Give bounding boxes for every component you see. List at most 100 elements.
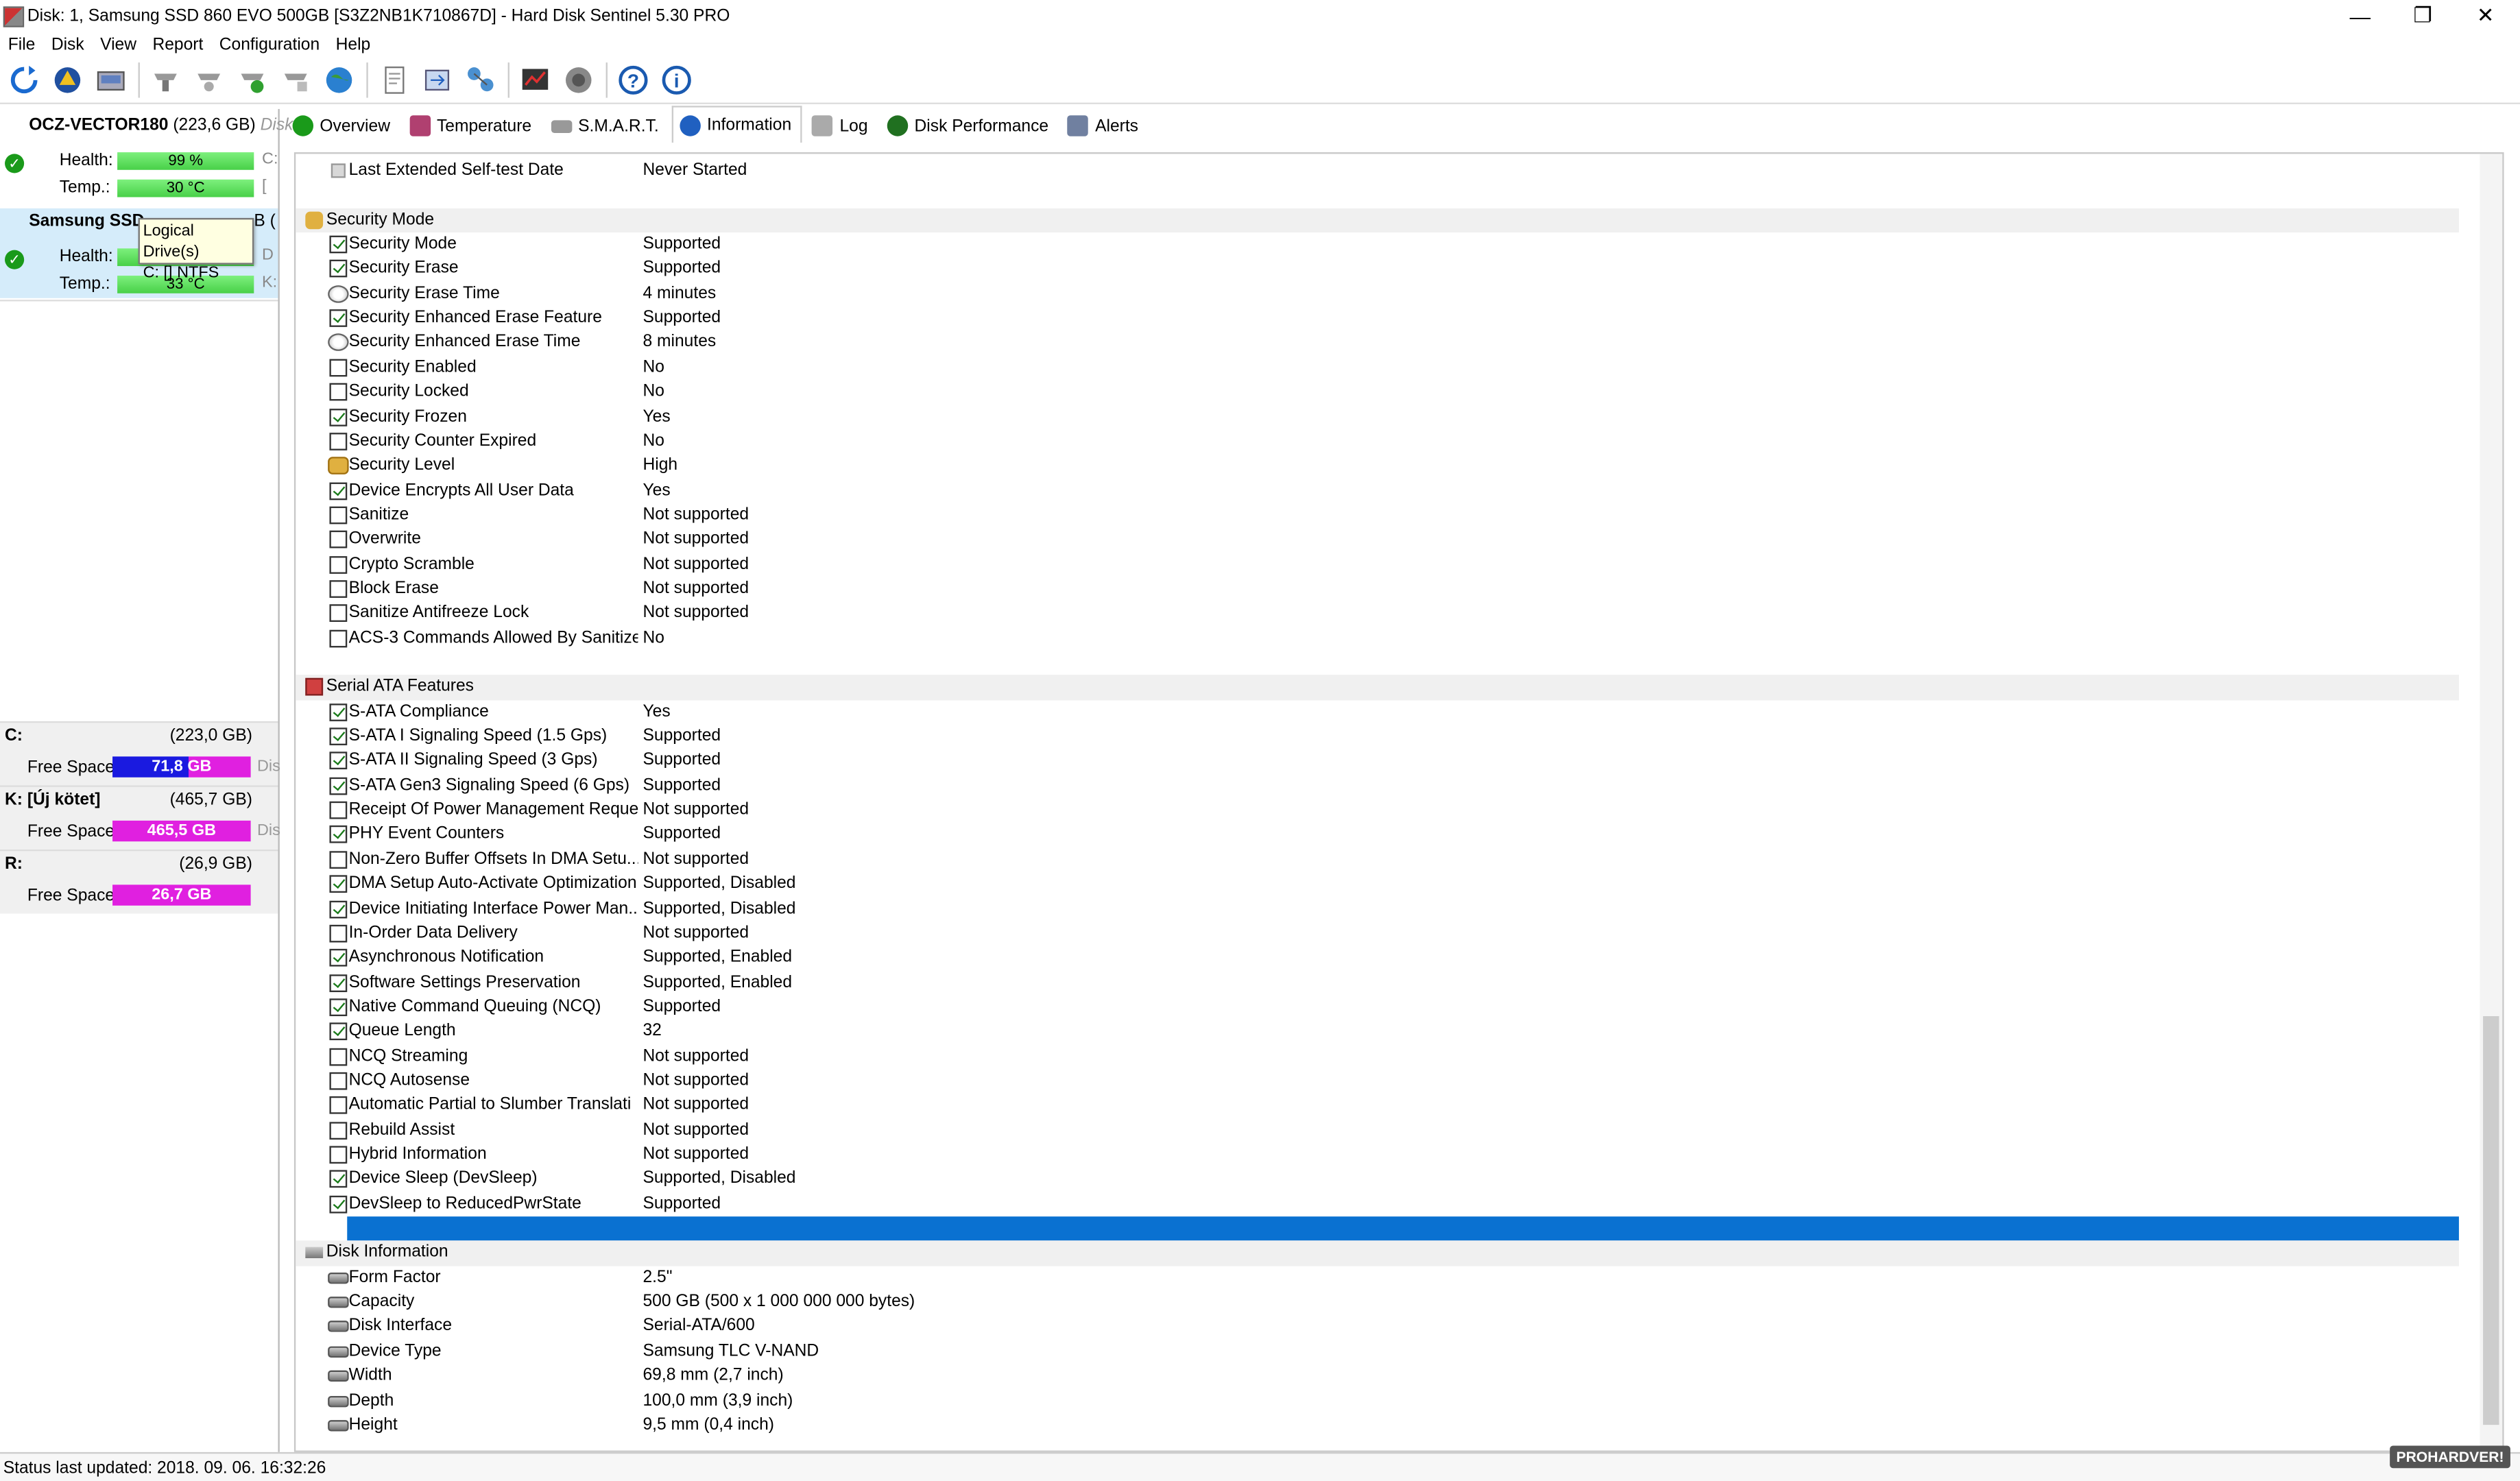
speaker-icon[interactable] <box>560 62 597 99</box>
info-row[interactable]: Security Locked No <box>296 380 2459 405</box>
tab-disk-performance[interactable]: Disk Performance <box>880 109 1058 143</box>
report-icon[interactable] <box>374 62 411 99</box>
menu-help[interactable]: Help <box>328 35 379 54</box>
info-row[interactable]: Queue Length 32 <box>296 1020 2459 1044</box>
alert-icon[interactable] <box>48 62 85 99</box>
menu-report[interactable]: Report <box>145 35 211 54</box>
row-label: Device Initiating Interface Power Man... <box>348 898 638 918</box>
info-row[interactable]: Disk Interface Serial-ATA/600 <box>296 1315 2459 1340</box>
info-row[interactable]: Rebuild Assist Not supported <box>296 1118 2459 1143</box>
section-header[interactable]: Disk Information <box>296 1241 2459 1266</box>
section-header[interactable]: Security Mode <box>296 208 2459 233</box>
tab-overview[interactable]: Overview <box>286 109 400 143</box>
volume-c[interactable]: C: (223,0 GB) Free Space 71,8 GB Dis <box>0 721 280 786</box>
info-row[interactable]: NCQ Autosense Not supported <box>296 1069 2459 1094</box>
volume-letter: C: <box>5 725 23 745</box>
check-icon: ✓ <box>5 250 25 269</box>
row-label: Security Mode <box>348 234 457 254</box>
maximize-button[interactable]: ❐ <box>2392 0 2454 32</box>
info-row[interactable]: S-ATA Compliance Yes <box>296 700 2459 725</box>
test2-icon[interactable] <box>190 62 227 99</box>
info-row[interactable]: S-ATA II Signaling Speed (3 Gps) Supporte… <box>296 749 2459 774</box>
info-row[interactable]: DevSleep to ReducedPwrState Supported <box>296 1192 2459 1216</box>
close-button[interactable]: ✕ <box>2454 0 2517 32</box>
info-row[interactable]: Device Sleep (DevSleep) Supported, Disabl… <box>296 1168 2459 1192</box>
tab-log[interactable]: Log <box>806 109 877 143</box>
info-row[interactable]: DMA Setup Auto-Activate Optimization Supp… <box>296 872 2459 897</box>
info-row[interactable]: Depth 100,0 mm (3,9 inch) <box>296 1389 2459 1414</box>
info-row[interactable]: In-Order Data Delivery Not supported <box>296 922 2459 946</box>
info-row[interactable]: Security Enhanced Erase Time 8 minutes <box>296 331 2459 356</box>
row-value: Supported <box>643 750 721 770</box>
row-value: Never Started <box>643 160 747 180</box>
selected-row[interactable] <box>347 1217 2459 1242</box>
tab-smart[interactable]: S.M.A.R.T. <box>544 109 669 143</box>
info-row[interactable]: Security Mode Supported <box>296 232 2459 257</box>
info-row[interactable]: Last Extended Self-test Date Never Starte… <box>296 158 2459 183</box>
info-row[interactable]: Software Settings Preservation Supported,… <box>296 971 2459 996</box>
menu-configuration[interactable]: Configuration <box>211 35 328 54</box>
info-row[interactable]: Sanitize Antifreeze Lock Not supported <box>296 601 2459 626</box>
send-icon[interactable] <box>418 62 455 99</box>
unchecked-checkbox-icon <box>329 1096 348 1115</box>
check-icon: ✓ <box>5 154 25 173</box>
info-row[interactable]: S-ATA I Signaling Speed (1.5 Gps) Support… <box>296 725 2459 749</box>
info-row[interactable]: Device Initiating Interface Power Man...… <box>296 897 2459 922</box>
section-header[interactable]: Serial ATA Features <box>296 675 2459 700</box>
info-row[interactable]: Automatic Partial to Slumber Translati No… <box>296 1094 2459 1118</box>
help-icon[interactable]: ? <box>614 62 651 99</box>
info-row[interactable]: Security Erase Time 4 minutes <box>296 282 2459 306</box>
information-list[interactable]: Last Extended Self-test Date Never Starte… <box>293 152 2504 1452</box>
network-icon[interactable] <box>461 62 499 99</box>
info-row[interactable]: Security Counter Expired No <box>296 429 2459 454</box>
test3-icon[interactable] <box>233 62 270 99</box>
row-value: Supported <box>643 996 721 1016</box>
globe-icon[interactable] <box>320 62 357 99</box>
disk-panel: OCZ-VECTOR180 (223,6 GB) Disk ✓ Health: … <box>0 108 293 1452</box>
test-icon[interactable] <box>146 62 183 99</box>
tab-temperature[interactable]: Temperature <box>403 109 541 143</box>
info-row[interactable]: PHY Event Counters Supported <box>296 823 2459 847</box>
vertical-scrollbar[interactable] <box>2480 154 2503 1451</box>
info-row[interactable]: Block Erase Not supported <box>296 577 2459 601</box>
volume-r[interactable]: R: (26,9 GB) Free Space 26,7 GB <box>0 849 278 914</box>
info-row[interactable]: Security Erase Supported <box>296 257 2459 282</box>
unchecked-checkbox-icon <box>329 850 348 869</box>
info-row[interactable]: Asynchronous Notification Supported, Enab… <box>296 946 2459 971</box>
info-row[interactable]: Device Type Samsung TLC V-NAND <box>296 1340 2459 1364</box>
info-row[interactable]: Security Enabled No <box>296 355 2459 380</box>
info-row[interactable]: Capacity 500 GB (500 x 1 000 000 000 byte… <box>296 1290 2459 1315</box>
info-row[interactable]: Overwrite Not supported <box>296 528 2459 553</box>
info-row[interactable]: Security Frozen Yes <box>296 405 2459 429</box>
info-row[interactable]: S-ATA Gen3 Signaling Speed (6 Gps) Suppor… <box>296 773 2459 798</box>
menu-view[interactable]: View <box>92 35 144 54</box>
checked-checkbox-icon <box>329 235 348 254</box>
info-row[interactable]: Hybrid Information Not supported <box>296 1143 2459 1168</box>
info-row[interactable]: NCQ Streaming Not supported <box>296 1044 2459 1069</box>
info-row[interactable]: Non-Zero Buffer Offsets In DMA Setu... No… <box>296 847 2459 872</box>
info-row[interactable]: Receipt Of Power Management Reque... Not … <box>296 798 2459 823</box>
info-row[interactable]: Native Command Queuing (NCQ) Supported <box>296 995 2459 1020</box>
info-row[interactable]: Form Factor 2.5" <box>296 1266 2459 1290</box>
tab-information[interactable]: Information <box>671 106 803 143</box>
info-row[interactable]: Width 69,8 mm (2,7 inch) <box>296 1364 2459 1389</box>
temp-suffix: K: <box>262 274 278 292</box>
info-icon[interactable]: i <box>658 62 695 99</box>
tab-alerts[interactable]: Alerts <box>1061 109 1148 143</box>
info-row[interactable]: Security Enhanced Erase Feature Supported <box>296 306 2459 331</box>
menu-disk[interactable]: Disk <box>43 35 92 54</box>
scroll-thumb[interactable] <box>2483 1016 2499 1425</box>
info-row[interactable]: Device Encrypts All User Data Yes <box>296 479 2459 503</box>
test4-icon[interactable] <box>276 62 313 99</box>
info-row[interactable]: Security Level High <box>296 454 2459 479</box>
info-row[interactable]: Crypto Scramble Not supported <box>296 553 2459 577</box>
info-row[interactable]: ACS-3 Commands Allowed By Sanitize No <box>296 626 2459 651</box>
menu-file[interactable]: File <box>0 35 43 54</box>
volume-k[interactable]: K: [Új kötet] (465,7 GB) Free Space 465,… <box>0 785 280 850</box>
drive-icon[interactable] <box>92 62 129 99</box>
info-row[interactable]: Sanitize Not supported <box>296 503 2459 528</box>
info-row[interactable]: Height 9,5 mm (0,4 inch) <box>296 1413 2459 1438</box>
minimize-button[interactable]: — <box>2329 0 2391 32</box>
refresh-icon[interactable] <box>5 62 42 99</box>
benchmark-icon[interactable] <box>516 62 553 99</box>
